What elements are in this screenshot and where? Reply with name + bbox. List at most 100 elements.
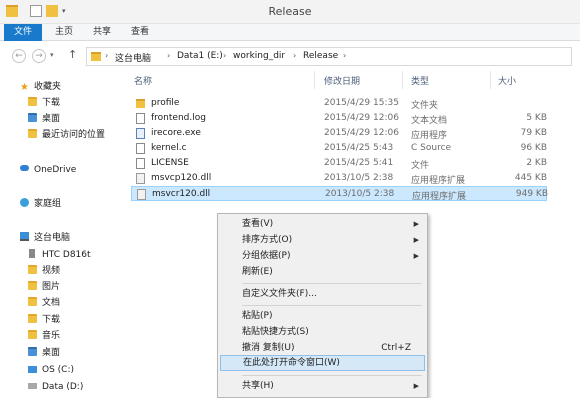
tab-home[interactable]: 主页 [48,24,80,41]
file-date: 2013/10/5 2:38 [324,173,394,183]
file-name: msvcr120.dll [152,189,211,199]
file-size: 96 KB [520,143,547,153]
menu-label: 粘贴(P) [242,311,273,321]
folder-icon [136,99,145,108]
column-header-type[interactable]: 类型 [411,74,429,87]
file-date: 2015/4/29 12:06 [324,113,399,123]
tab-file[interactable]: 文件 [4,24,42,41]
computer-icon [20,232,29,241]
menu-label: 排序方式(O) [242,235,293,245]
nav-videos[interactable]: 视频 [28,264,60,278]
nav-label: OS (C:) [42,365,74,375]
column-header-size[interactable]: 大小 [498,74,516,87]
nav-htc[interactable]: HTC D816t [28,248,91,262]
nav-label: 下载 [42,98,61,108]
menu-separator [242,283,422,284]
folder-icon [91,52,101,61]
breadcrumb-thispc[interactable]: 这台电脑 [115,51,151,64]
nav-pictures[interactable]: 图片 [28,280,60,294]
menu-item-group[interactable]: 分组依据(P) ▶ [220,248,425,264]
tab-share[interactable]: 共享 [86,24,118,41]
file-size: 79 KB [520,128,547,138]
submenu-arrow-icon: ▶ [413,252,419,260]
menu-item-undo-copy[interactable]: 撤消 复制(U) Ctrl+Z [220,340,425,356]
breadcrumb-data1[interactable]: Data1 (E:) [177,51,223,61]
nav-desktop[interactable]: 桌面 [28,112,60,126]
source-file-icon [136,143,145,154]
menu-item-customize[interactable]: 自定义文件夹(F)... [220,286,425,302]
nav-favorites[interactable]: ★ 收藏夹 [20,80,61,94]
file-row[interactable]: msvcp120.dll 2013/10/5 2:38 应用程序扩展 445 K… [131,171,547,186]
menu-item-share[interactable]: 共享(H) ▶ [220,378,425,394]
star-icon: ★ [20,82,29,93]
file-type: 应用程序扩展 [411,176,466,186]
music-folder-icon [28,330,37,339]
file-type: C Source [411,143,452,153]
menu-label: 刷新(E) [242,267,273,277]
menu-item-paste-shortcut[interactable]: 粘贴快捷方式(S) [220,324,425,340]
menu-item-open-command-window[interactable]: 在此处打开命令窗口(W) [220,355,425,371]
file-row[interactable]: frontend.log 2015/4/29 12:06 文本文档 5 KB [131,111,547,126]
address-bar[interactable]: › 这台电脑 › Data1 (E:) › working_dir › Rele… [86,47,572,66]
menu-item-view[interactable]: 查看(V) ▶ [220,216,425,232]
recent-dropdown-icon[interactable]: ▾ [50,51,54,59]
forward-arrow-icon[interactable]: → [32,49,46,63]
nav-homegroup[interactable]: 家庭组 [20,197,61,211]
file-size: 445 KB [514,173,547,183]
nav-documents[interactable]: 文档 [28,296,60,310]
file-row[interactable]: kernel.c 2015/4/25 5:43 C Source 96 KB [131,141,547,156]
menu-label: 自定义文件夹(F)... [242,289,317,299]
file-name: msvcp120.dll [151,173,212,183]
file-row[interactable]: irecore.exe 2015/4/29 12:06 应用程序 79 KB [131,126,547,141]
nav-onedrive[interactable]: OneDrive [20,163,76,177]
nav-label: OneDrive [34,165,77,175]
nav-recent[interactable]: 最近访问的位置 [28,128,105,142]
tab-view[interactable]: 查看 [124,24,156,41]
column-header-date[interactable]: 修改日期 [324,74,360,87]
file-type: 文件 [411,161,430,171]
nav-label: 音乐 [42,331,61,341]
file-name: kernel.c [151,143,187,153]
column-header-name[interactable]: 名称 [134,74,152,87]
file-type: 应用程序 [411,131,448,141]
file-row-selected[interactable]: msvcr120.dll 2013/10/5 2:38 应用程序扩展 949 K… [131,186,548,202]
up-arrow-icon[interactable]: ↑ [68,48,77,61]
download-folder-icon [28,314,37,323]
chevron-right-icon: › [343,51,347,60]
nav-pc-desktop[interactable]: 桌面 [28,346,60,360]
file-row[interactable]: profile 2015/4/29 15:35 文件夹 [131,96,547,111]
menu-shortcut: Ctrl+Z [381,343,411,353]
pictures-folder-icon [28,281,37,290]
nav-thispc[interactable]: 这台电脑 [20,231,70,245]
nav-os-c[interactable]: OS (C:) [28,363,74,377]
back-arrow-icon[interactable]: ← [12,49,26,63]
menu-item-paste[interactable]: 粘贴(P) [220,308,425,324]
column-divider [314,71,315,89]
nav-music[interactable]: 音乐 [28,329,60,343]
menu-separator [242,375,422,376]
nav-pc-downloads[interactable]: 下载 [28,313,60,327]
nav-data-d[interactable]: Data (D:) [28,380,83,394]
menu-label: 在此处打开命令窗口(W) [243,358,340,368]
nav-label: 图片 [42,282,61,292]
file-size: 5 KB [526,113,547,123]
menu-item-sort[interactable]: 排序方式(O) ▶ [220,232,425,248]
file-type: 应用程序扩展 [412,192,467,202]
file-name: profile [151,98,180,108]
file-name: irecore.exe [151,128,201,138]
breadcrumb-working-dir[interactable]: working_dir [233,51,285,61]
nav-label: 桌面 [42,348,61,358]
nav-label: 下载 [42,315,61,325]
nav-downloads[interactable]: 下载 [28,96,60,110]
breadcrumb-release[interactable]: Release [303,51,338,61]
ribbon-tabs: 文件 主页 共享 查看 [0,24,580,41]
file-row[interactable]: LICENSE 2015/4/25 5:41 文件 2 KB [131,156,547,171]
title-bar: ▾ Release [0,0,580,24]
application-icon [136,128,145,139]
submenu-arrow-icon: ▶ [413,382,419,390]
menu-item-refresh[interactable]: 刷新(E) [220,264,425,280]
file-date: 2015/4/29 15:35 [324,98,399,108]
file-size: 949 KB [515,189,548,199]
menu-separator [242,305,422,306]
menu-label: 粘贴快捷方式(S) [242,327,309,337]
